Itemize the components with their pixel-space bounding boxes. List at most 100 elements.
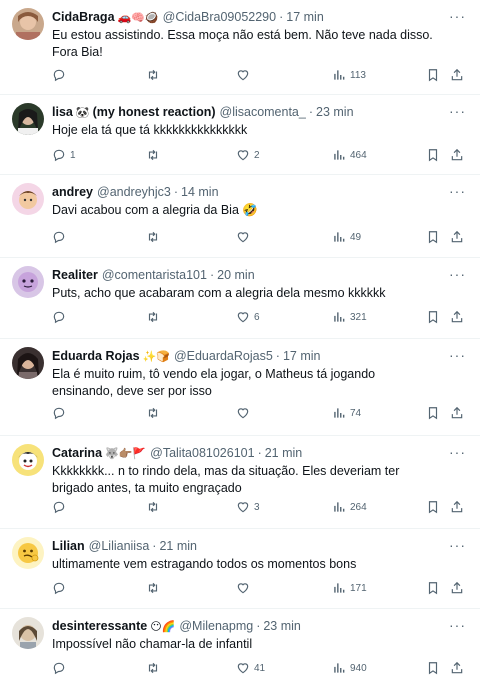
like-button[interactable]: 2 <box>236 148 260 162</box>
retweet-button[interactable] <box>146 661 164 675</box>
timestamp[interactable]: 23 min <box>316 105 354 119</box>
share-button[interactable] <box>450 310 464 324</box>
timestamp[interactable]: 21 min <box>159 539 197 553</box>
tweet[interactable]: Realiter @comentarista101 · 20 min ··· P… <box>0 258 480 339</box>
share-button[interactable] <box>450 230 464 244</box>
retweet-button[interactable] <box>146 230 164 244</box>
timestamp[interactable]: 17 min <box>283 349 321 363</box>
views-button[interactable]: 321 <box>332 310 367 324</box>
author-handle[interactable]: @Talita081026101 <box>150 446 254 460</box>
avatar[interactable] <box>12 8 44 40</box>
bookmark-button[interactable] <box>426 230 440 244</box>
author-name-suffix[interactable]: (my honest reaction) <box>93 105 216 119</box>
retweet-button[interactable] <box>146 406 164 420</box>
tweet[interactable]: lisa 🐼 (my honest reaction) @lisacomenta… <box>0 95 480 175</box>
more-options-icon[interactable]: ··· <box>449 103 466 119</box>
author-name[interactable]: andrey <box>52 185 93 199</box>
reply-button[interactable] <box>52 406 70 420</box>
retweet-button[interactable] <box>146 68 164 82</box>
reply-button[interactable] <box>52 661 70 675</box>
reply-button[interactable] <box>52 581 70 595</box>
share-button[interactable] <box>450 68 464 82</box>
tweet[interactable]: CidaBraga 🚗🧠🥥 @CidaBra09052290 · 17 min … <box>0 0 480 95</box>
views-button[interactable]: 49 <box>332 230 361 244</box>
avatar[interactable] <box>12 617 44 649</box>
bookmark-button[interactable] <box>426 661 440 675</box>
tweet[interactable]: Lilian @Lilianiisa · 21 min ··· ultimame… <box>0 529 480 609</box>
tweet[interactable]: desinteressante 😶🌈 @Milenapmg · 23 min ·… <box>0 609 480 689</box>
share-button[interactable] <box>450 581 464 595</box>
like-button[interactable]: 6 <box>236 310 260 324</box>
like-button[interactable] <box>236 68 254 82</box>
author-handle[interactable]: @Lilianiisa <box>89 539 150 553</box>
bookmark-button[interactable] <box>426 68 440 82</box>
reply-button[interactable]: 1 <box>52 148 76 162</box>
bookmark-button[interactable] <box>426 148 440 162</box>
tweet[interactable]: Eduarda Rojas ✨🍞 @EduardaRojas5 · 17 min… <box>0 339 480 436</box>
reply-button[interactable] <box>52 68 70 82</box>
views-button[interactable]: 171 <box>332 581 367 595</box>
views-icon <box>334 408 345 418</box>
author-handle[interactable]: @comentarista101 <box>102 268 207 282</box>
more-options-icon[interactable]: ··· <box>449 8 466 24</box>
more-options-icon[interactable]: ··· <box>449 444 466 460</box>
like-button[interactable] <box>236 581 254 595</box>
more-options-icon[interactable]: ··· <box>449 347 466 363</box>
author-name[interactable]: Eduarda Rojas <box>52 349 140 363</box>
bookmark-button[interactable] <box>426 500 440 514</box>
reply-button[interactable] <box>52 230 70 244</box>
bookmark-icon <box>428 231 438 244</box>
more-options-icon[interactable]: ··· <box>449 537 466 553</box>
more-options-icon[interactable]: ··· <box>449 266 466 282</box>
timestamp[interactable]: 20 min <box>217 268 255 282</box>
views-button[interactable]: 940 <box>332 661 367 675</box>
share-button[interactable] <box>450 148 464 162</box>
share-button[interactable] <box>450 406 464 420</box>
avatar[interactable] <box>12 183 44 215</box>
author-name[interactable]: Catarina <box>52 446 102 460</box>
author-handle[interactable]: @EduardaRojas5 <box>174 349 273 363</box>
views-button[interactable]: 113 <box>332 68 366 82</box>
avatar[interactable] <box>12 266 44 298</box>
heart-icon <box>237 70 249 81</box>
timestamp[interactable]: 21 min <box>265 446 303 460</box>
author-name[interactable]: lisa <box>52 105 73 119</box>
share-button[interactable] <box>450 661 464 675</box>
more-options-icon[interactable]: ··· <box>449 183 466 199</box>
avatar[interactable] <box>12 537 44 569</box>
tweet[interactable]: Catarina 🐺👉🏽🚩 @Talita081026101 · 21 min … <box>0 436 480 529</box>
like-button[interactable]: 3 <box>236 500 260 514</box>
timestamp[interactable]: 17 min <box>286 10 324 24</box>
more-options-icon[interactable]: ··· <box>449 617 466 633</box>
avatar[interactable] <box>12 347 44 379</box>
bookmark-button[interactable] <box>426 406 440 420</box>
views-button[interactable]: 74 <box>332 406 361 420</box>
views-button[interactable]: 464 <box>332 148 367 162</box>
share-button[interactable] <box>450 500 464 514</box>
bookmark-button[interactable] <box>426 310 440 324</box>
author-name[interactable]: desinteressante <box>52 619 147 633</box>
timestamp[interactable]: 14 min <box>181 185 219 199</box>
author-handle[interactable]: @Milenapmg <box>179 619 253 633</box>
retweet-button[interactable] <box>146 310 164 324</box>
like-button[interactable]: 41 <box>236 661 265 675</box>
author-name[interactable]: Realiter <box>52 268 98 282</box>
tweet[interactable]: andrey @andreyhjc3 · 14 min ··· Davi aca… <box>0 175 480 258</box>
views-button[interactable]: 264 <box>332 500 367 514</box>
retweet-button[interactable] <box>146 500 164 514</box>
author-handle[interactable]: @lisacomenta_ <box>220 105 306 119</box>
author-name[interactable]: Lilian <box>52 539 85 553</box>
reply-button[interactable] <box>52 500 70 514</box>
retweet-button[interactable] <box>146 148 164 162</box>
bookmark-button[interactable] <box>426 581 440 595</box>
avatar[interactable] <box>12 444 44 476</box>
reply-button[interactable] <box>52 310 70 324</box>
retweet-button[interactable] <box>146 581 164 595</box>
like-button[interactable] <box>236 230 254 244</box>
author-name[interactable]: CidaBraga <box>52 10 115 24</box>
author-handle[interactable]: @CidaBra09052290 <box>163 10 276 24</box>
like-button[interactable] <box>236 406 254 420</box>
author-handle[interactable]: @andreyhjc3 <box>97 185 171 199</box>
avatar[interactable] <box>12 103 44 135</box>
timestamp[interactable]: 23 min <box>263 619 301 633</box>
